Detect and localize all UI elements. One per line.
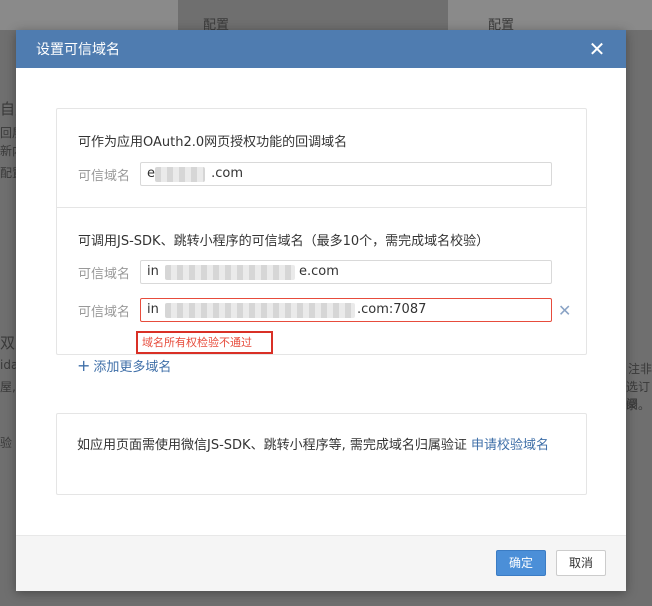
dialog-footer: 确定 取消 — [16, 535, 626, 591]
dialog-title: 设置可信域名 — [36, 42, 120, 58]
verification-notice-text: 如应用页面需使用微信JS-SDK、跳转小程序等, 需完成域名归属验证 — [77, 438, 467, 453]
close-icon[interactable]: ✕ — [588, 39, 606, 59]
plus-icon: + — [77, 356, 91, 375]
redacted-text — [165, 303, 355, 318]
cancel-button[interactable]: 取消 — [556, 550, 606, 576]
jssdk-domain-input-error[interactable]: in .com:7087 — [140, 298, 552, 322]
add-more-domain-link[interactable]: + 添加更多域名 — [77, 356, 171, 375]
oauth-section-title: 可作为应用OAuth2.0网页授权功能的回调域名 — [78, 135, 348, 150]
jssdk-section-title: 可调用JS-SDK、跳转小程序的可信域名（最多10个，需完成域名校验） — [78, 234, 490, 249]
background-card-left — [0, 0, 178, 30]
jssdk-domain-label: 可信域名 — [78, 304, 131, 320]
oauth-domain-label: 可信域名 — [78, 168, 131, 184]
section-divider — [57, 207, 586, 208]
oauth-domain-row: 可信域名 e .com — [78, 162, 552, 186]
domain-verify-error: 域名所有权检验不通过 — [136, 331, 273, 354]
apply-verify-domain-link[interactable]: 申请校验域名 — [471, 438, 549, 453]
oauth-domain-input[interactable]: e .com — [140, 162, 552, 186]
background-fragment: 屋, — [0, 380, 16, 394]
jssdk-domain-value-prefix: in — [147, 302, 159, 317]
redacted-text — [165, 265, 295, 280]
domain-settings-panel: 可作为应用OAuth2.0网页授权功能的回调域名 可信域名 e .com 可调用… — [56, 108, 587, 375]
oauth-domain-value-suffix: .com — [211, 166, 244, 181]
jssdk-domain-value-prefix: in — [147, 264, 159, 279]
jssdk-domain-row: 可信域名 in e.com — [78, 260, 552, 284]
dialog-header: 设置可信域名 ✕ — [16, 30, 626, 68]
background-card-right — [448, 0, 652, 30]
jssdk-domain-row: 可信域名 in .com:7087 ✕ — [78, 298, 571, 322]
background-fragment: 录。 — [626, 398, 651, 412]
jssdk-domain-input[interactable]: in e.com — [140, 260, 552, 284]
background-fragment: 验 — [0, 436, 13, 450]
verification-notice: 如应用页面需使用微信JS-SDK、跳转小程序等, 需完成域名归属验证 申请校验域… — [77, 435, 567, 457]
jssdk-domain-value-suffix: e.com — [299, 264, 339, 279]
redacted-text — [155, 167, 205, 182]
oauth-domain-value-prefix: e — [147, 166, 155, 181]
confirm-button[interactable]: 确定 — [496, 550, 546, 576]
jssdk-domain-value-suffix: .com:7087 — [357, 302, 427, 317]
verification-notice-panel: 如应用页面需使用微信JS-SDK、跳转小程序等, 需完成域名归属验证 申请校验域… — [56, 413, 587, 495]
add-more-domain-label: 添加更多域名 — [93, 360, 172, 375]
dialog-body: 可作为应用OAuth2.0网页授权功能的回调域名 可信域名 e .com 可调用… — [16, 68, 626, 536]
trusted-domain-dialog: 设置可信域名 ✕ 可作为应用OAuth2.0网页授权功能的回调域名 可信域名 e… — [16, 30, 626, 591]
remove-domain-icon[interactable]: ✕ — [558, 301, 571, 320]
background-fragment: 注非 — [628, 362, 652, 376]
jssdk-domain-label: 可信域名 — [78, 266, 131, 282]
